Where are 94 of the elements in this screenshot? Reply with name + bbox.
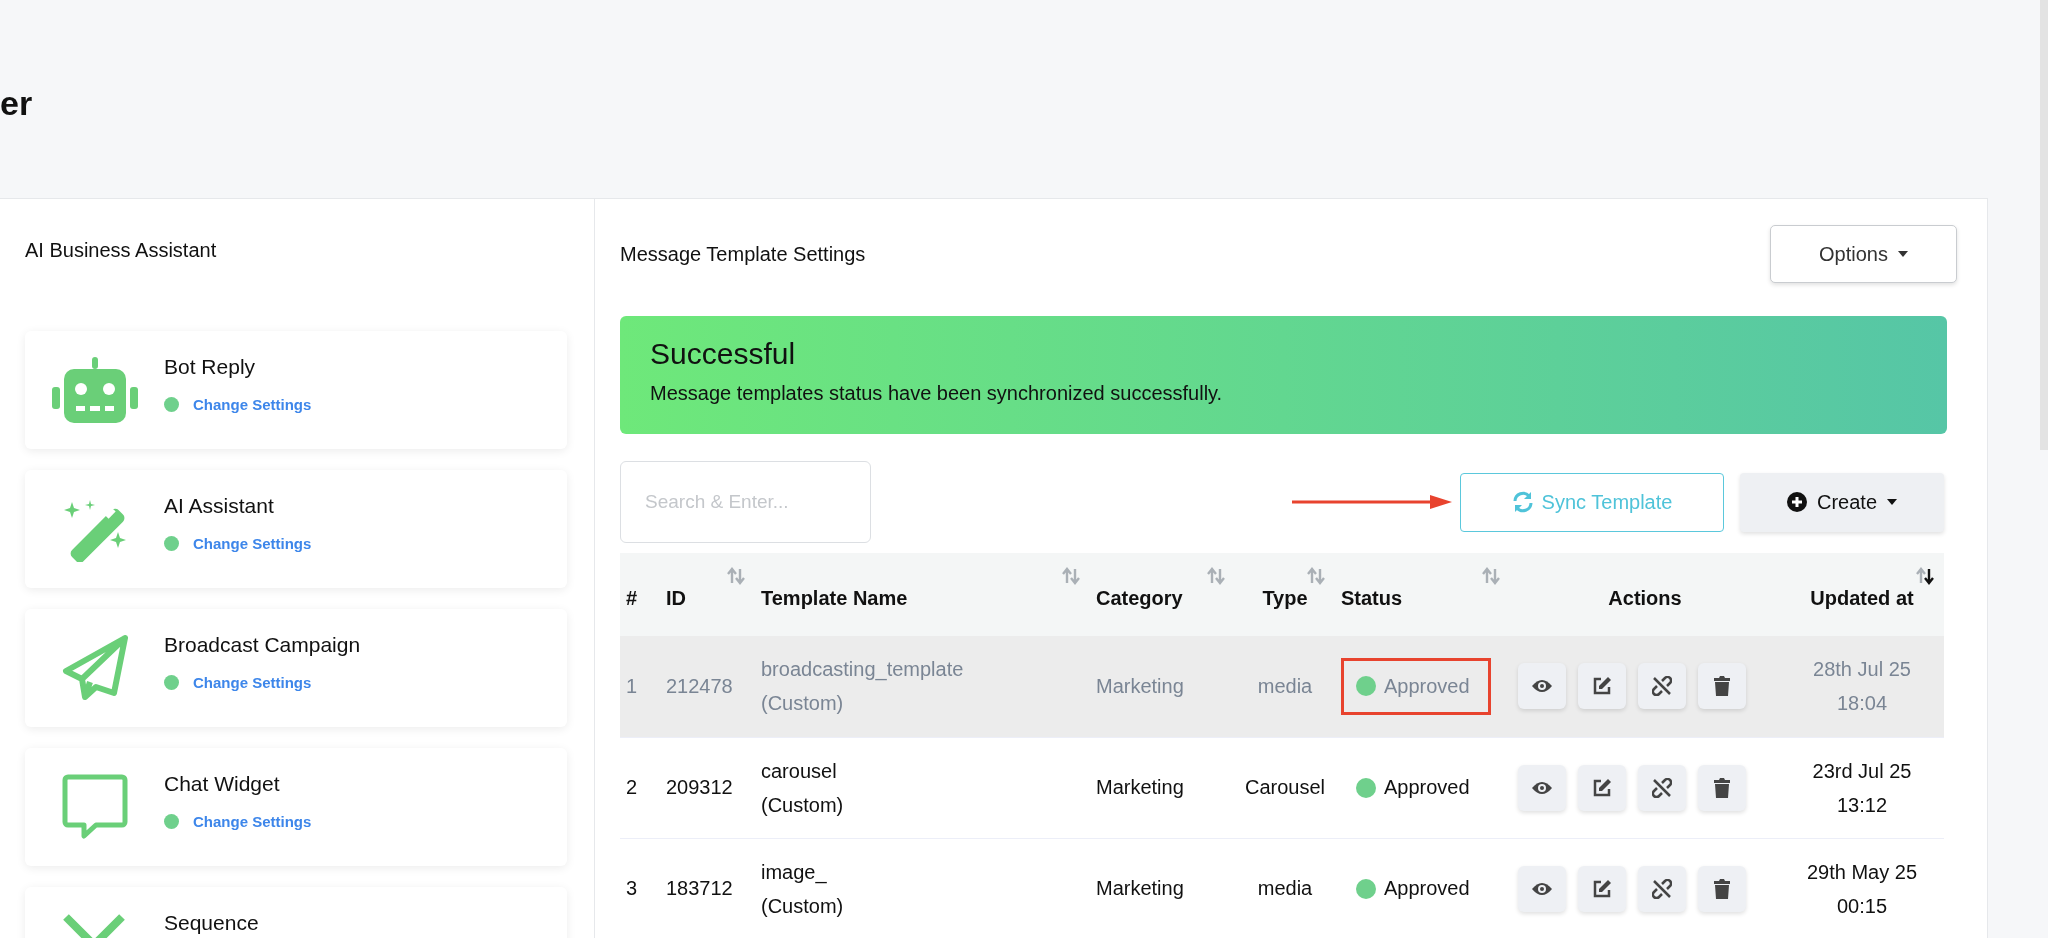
template-tag: (Custom) [761,686,1084,721]
feature-card[interactable]: Chat Widget Change Settings [25,748,567,866]
feature-card[interactable]: Sequence [25,887,567,938]
delete-button[interactable] [1698,663,1746,710]
table-cell: 209312 [666,776,733,798]
search-field[interactable]: Search & Enter... [620,461,871,543]
create-button[interactable]: Create [1740,472,1944,532]
alert-title: Successful [650,336,797,372]
page-title: er [0,84,33,122]
edit-button[interactable] [1578,865,1626,912]
card-title: Broadcast Campaign [164,633,361,657]
unlink-button[interactable] [1638,865,1686,912]
change-settings-link[interactable]: Change Settings [193,535,312,552]
broken-link-icon [1652,676,1672,697]
status-text: Approved [1384,674,1470,698]
updated-date: 23rd Jul 25 [1811,758,1913,784]
status-dot [1356,777,1376,798]
table-cell: Marketing [1096,776,1184,798]
trash-icon [1714,676,1730,697]
row-number: 2 [626,776,638,798]
section-title: AI Business Assistant [25,238,218,263]
column-header[interactable]: Actions [1608,587,1682,609]
column-header[interactable]: Type [1262,587,1308,609]
caret-icon [1887,499,1897,505]
table-row[interactable]: 2 209312 carousel (Custom) Marketing Carousel Approved 23rd Jul 25 13:12 [620,737,1944,838]
status-dot [1356,676,1376,697]
table-row[interactable]: 3 183712 image_ (Custom) Marketing media Approved 29th May 25 00:15 [620,838,1944,938]
change-settings-link[interactable]: Change Settings [193,813,312,830]
card-title: Chat Widget [164,772,281,796]
row-number: 1 [626,674,638,697]
unlink-button[interactable] [1638,663,1686,710]
column-header[interactable]: Template Name [761,587,908,609]
change-settings-link[interactable]: Change Settings [193,396,312,413]
alert-message: Message templates status have been synchronized successfully. [650,382,1224,405]
column-header[interactable]: ID [666,587,686,609]
eye-icon [1531,678,1553,695]
card-title: Bot Reply [164,355,257,379]
section-title: Message Template Settings [620,242,866,266]
table-cell: Marketing [1096,877,1184,899]
sync-icon [1511,491,1534,513]
table-cell: 183712 [666,877,733,899]
delete-button[interactable] [1698,764,1746,811]
plus-circle-icon [1787,492,1807,512]
broken-link-icon [1652,777,1672,798]
card-title: AI Assistant [164,494,275,518]
edit-button[interactable] [1578,663,1626,710]
table-cell: media [1257,674,1313,697]
chat-bubble-icon [62,774,128,840]
status-dot [1356,878,1376,899]
status-text: Approved [1384,877,1470,900]
trash-icon [1714,878,1730,899]
updated-time: 00:15 [1835,893,1889,919]
sort-icon[interactable] [1916,567,1934,585]
template-tag: (Custom) [761,888,1084,923]
status-text: Approved [1384,776,1470,799]
caret-icon [1897,251,1908,257]
edit-icon [1592,777,1612,798]
trash-icon [1714,777,1730,798]
table-cell: 212478 [666,674,733,697]
delete-button[interactable] [1698,865,1746,912]
template-name: carousel [761,758,838,784]
template-name: image_ [761,859,828,886]
broken-link-icon [1652,878,1672,899]
feature-card[interactable]: AI Assistant Change Settings [25,470,567,588]
edit-icon [1592,676,1612,697]
column-header[interactable]: Category [1096,587,1183,609]
updated-time: 18:04 [1835,691,1889,717]
feature-card[interactable]: Broadcast Campaign Change Settings [25,609,567,727]
row-number: 3 [626,877,638,899]
table-cell: Carousel [1244,776,1325,798]
template-name: broadcasting_template [761,657,965,683]
updated-time: 13:12 [1835,792,1889,818]
template-tag: (Custom) [761,787,1084,822]
updated-date: 28th Jul 25 [1812,657,1912,683]
table-cell: Marketing [1096,674,1184,697]
eye-icon [1531,779,1553,796]
column-header[interactable]: Updated at [1810,587,1914,609]
updated-date: 29th May 25 [1805,859,1919,885]
change-settings-link[interactable]: Change Settings [193,674,312,691]
eye-icon [1531,880,1553,897]
view-button[interactable] [1518,764,1566,811]
table-cell: media [1257,877,1313,899]
edit-icon [1592,878,1612,899]
edit-button[interactable] [1578,764,1626,811]
column-header[interactable]: # [626,587,638,609]
paper-plane-icon [62,635,128,701]
robot-icon [52,357,138,423]
column-header[interactable]: Status [1341,587,1403,609]
options-button[interactable]: Options [1770,225,1957,283]
view-button[interactable] [1518,663,1566,710]
view-button[interactable] [1518,865,1566,912]
unlink-button[interactable] [1638,764,1686,811]
card-title: Sequence [164,911,259,935]
feature-card[interactable]: Bot Reply Change Settings [25,331,567,449]
